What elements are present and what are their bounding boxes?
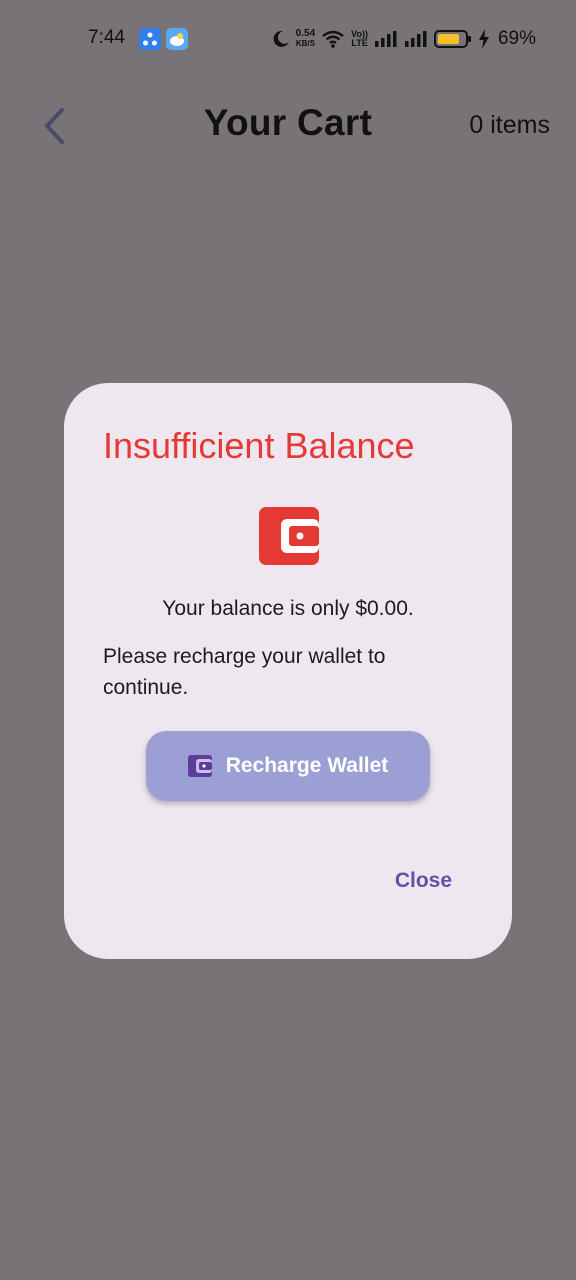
app-header: Your Cart 0 items	[0, 90, 576, 162]
insufficient-balance-dialog: Insufficient Balance Your balance is onl…	[64, 383, 512, 959]
net-speed: 0.54 KB/S	[295, 28, 316, 49]
close-button[interactable]: Close	[395, 869, 452, 893]
moon-icon	[273, 30, 289, 47]
cart-item-count: 0 items	[469, 111, 550, 139]
charging-icon	[478, 29, 489, 49]
wallet-icon	[187, 755, 212, 777]
recharge-wallet-button[interactable]: Recharge Wallet	[146, 731, 430, 801]
app1-icon	[139, 28, 161, 50]
volte-indicator: Vo)) LTE	[351, 29, 368, 48]
status-icons: 0.54 KB/S Vo)) LTE 69%	[272, 26, 536, 52]
wifi-icon	[322, 30, 344, 48]
recharge-message: Please recharge your wallet to continue.	[103, 645, 386, 699]
balance-text: Your balance is only $0.00.	[162, 597, 414, 620]
status-bar: 7:44 0.54 KB/S Vo)) LTE 69%	[0, 0, 576, 78]
wallet-icon	[259, 507, 319, 565]
recharge-wallet-label: Recharge Wallet	[225, 754, 389, 777]
signal-icon	[374, 31, 397, 47]
battery-percent: 69%	[497, 28, 536, 49]
app2-icon	[166, 28, 188, 50]
signal-icon	[404, 31, 427, 47]
battery-icon	[433, 30, 471, 48]
dialog-title: Insufficient Balance	[103, 425, 415, 466]
status-time: 7:44	[88, 27, 125, 48]
